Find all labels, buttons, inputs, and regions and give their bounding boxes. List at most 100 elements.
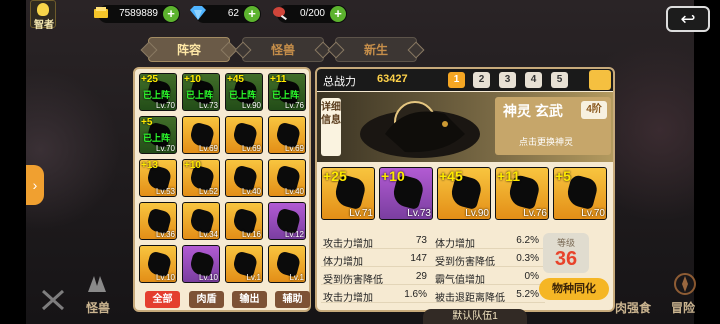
nav-monsters-label[interactable]: 怪兽 — [86, 299, 110, 316]
monster-level-label: Lv.69 — [242, 144, 261, 153]
roster-monster-slot[interactable]: Lv.69 — [225, 116, 263, 154]
monster-level-label: Lv.10 — [156, 273, 175, 282]
roster-monster-slot[interactable]: Lv.1 — [268, 245, 306, 283]
roster-monster-slot[interactable]: +10 已上阵 Lv.73 — [182, 73, 220, 111]
monster-claw-icon[interactable] — [84, 272, 110, 296]
detail-info-button[interactable]: 详细信息 — [321, 98, 341, 156]
roster-monster-slot[interactable]: Lv.16 — [225, 202, 263, 240]
deck-monster-slot[interactable]: +5 Lv.70 — [553, 167, 607, 220]
monster-level-label: Lv.16 — [242, 230, 261, 239]
star-rank-label: +10 — [381, 168, 405, 184]
level-label: 等级 — [556, 238, 575, 248]
roster-monster-slot[interactable]: Lv.34 — [182, 202, 220, 240]
default-team-label: 默认队伍1 — [423, 309, 527, 324]
roster-monster-slot[interactable]: Lv.69 — [268, 116, 306, 154]
assimilate-button[interactable]: 物种同化 — [539, 278, 609, 300]
deck-monster-slot[interactable]: +10 Lv.73 — [379, 167, 433, 220]
stat-value: 0% — [524, 271, 539, 282]
gem-value: 62 — [227, 8, 239, 19]
team-tab-2[interactable]: 2 — [473, 72, 490, 88]
monster-roster-panel: +25 已上阵 Lv.70 +10 已上阵 Lv.73 +45 已上阵 Lv.90 +11 已上阵 L… — [133, 67, 311, 312]
roster-monster-slot[interactable]: Lv.40 — [225, 159, 263, 197]
monster-level-label: Lv.73 — [199, 101, 218, 110]
star-rank-label: +45 — [227, 74, 244, 85]
roster-monster-slot[interactable]: +25 已上阵 Lv.70 — [139, 73, 177, 111]
monster-level-label: Lv.1 — [246, 273, 261, 282]
roster-monster-slot[interactable]: Lv.12 — [268, 202, 306, 240]
stat-value: 73 — [415, 235, 427, 246]
monster-level-label: Lv.69 — [285, 144, 304, 153]
divine-info[interactable]: 神灵 玄武 4阶 点击更换神灵 — [495, 97, 611, 155]
monster-level-label: Lv.40 — [285, 187, 304, 196]
roster-monster-slot[interactable]: Lv.40 — [268, 159, 306, 197]
nav-adventure-label[interactable]: 冒险 — [671, 299, 695, 316]
side-expand-button[interactable]: › — [26, 165, 44, 205]
deck-monster-slot[interactable]: +25 Lv.71 — [321, 167, 375, 220]
stat-value: 29 — [415, 271, 427, 282]
star-rank-label: +10 — [184, 160, 201, 171]
roster-monster-slot[interactable]: +45 已上阵 Lv.90 — [225, 73, 263, 111]
level-value: 36 — [554, 248, 578, 270]
compass-icon[interactable] — [672, 272, 698, 296]
deck-monster-slot[interactable]: +45 Lv.90 — [437, 167, 491, 220]
roster-monster-slot[interactable]: Lv.10 — [182, 245, 220, 283]
team-tab-3[interactable]: 3 — [499, 72, 516, 88]
stat-name: 体力增加 — [435, 239, 475, 250]
lightbulb-icon — [37, 3, 49, 16]
divine-section[interactable]: 详细信息 神灵 玄武 4阶 点击更换神灵 — [317, 92, 613, 162]
diamond-icon — [190, 6, 206, 20]
stat-row: 被击退距离降低 5.2% — [433, 287, 545, 304]
team-tab-5[interactable]: 5 — [551, 72, 568, 88]
add-gem-button[interactable]: + — [244, 6, 260, 22]
filter-tank-button[interactable]: 肉盾 — [189, 291, 224, 308]
back-button[interactable]: ↩ — [666, 6, 710, 32]
stat-value: 0.3% — [516, 253, 539, 264]
player-title: 智者 — [34, 20, 54, 31]
filter-damage-button[interactable]: 输出 — [232, 291, 267, 308]
filter-all-button[interactable]: 全部 — [145, 291, 180, 308]
roster-monster-slot[interactable]: Lv.10 — [139, 245, 177, 283]
meat-icon — [273, 7, 287, 21]
player-avatar[interactable]: 智者 — [30, 0, 56, 31]
add-gold-button[interactable]: + — [163, 6, 179, 22]
deck-monster-slot[interactable]: +11 Lv.76 — [495, 167, 549, 220]
deployed-badge: 已上阵 — [272, 90, 300, 100]
roster-monster-slot[interactable]: Lv.69 — [182, 116, 220, 154]
roster-monster-slot[interactable]: +10 Lv.52 — [182, 159, 220, 197]
filter-support-button[interactable]: 辅助 — [275, 291, 310, 308]
add-meat-button[interactable]: + — [330, 6, 346, 22]
monster-level-label: Lv.53 — [156, 187, 175, 196]
deployed-badge: 已上阵 — [143, 90, 171, 100]
team-tab-1[interactable]: 1 — [448, 72, 465, 88]
tab-newborn[interactable]: 新生 — [335, 37, 417, 62]
tab-lineup[interactable]: 阵容 — [148, 37, 230, 62]
roster-monster-slot[interactable]: +11 已上阵 Lv.76 — [268, 73, 306, 111]
nav-predation-label[interactable]: 肉强食 — [615, 299, 651, 316]
stat-row: 受到伤害降低 29 — [321, 269, 433, 286]
deployed-badge: 已上阵 — [143, 133, 171, 143]
star-rank-label: +5 — [555, 168, 571, 184]
monster-level-label: Lv.36 — [156, 230, 175, 239]
stat-row: 霸气值增加 0% — [433, 269, 545, 286]
deployed-deck: +25 Lv.71 +10 Lv.73 +45 Lv.90 +11 Lv.76 +5 Lv.70 — [321, 167, 611, 221]
roster-monster-slot[interactable]: +5 已上阵 Lv.70 — [139, 116, 177, 154]
crossed-swords-icon[interactable] — [40, 288, 66, 312]
stat-name: 体力增加 — [323, 257, 363, 268]
monster-level-label: Lv.70 — [156, 144, 175, 153]
monster-level-label: Lv.34 — [199, 230, 218, 239]
stat-row: 攻击力增加 1.6% — [321, 287, 433, 304]
star-rank-label: +25 — [323, 168, 347, 184]
monster-level-label: Lv.76 — [523, 208, 547, 219]
stat-row: 受到伤害降低 0.3% — [433, 251, 545, 268]
roster-monster-slot[interactable]: Lv.1 — [225, 245, 263, 283]
monster-level-label: Lv.40 — [242, 187, 261, 196]
star-rank-label: +45 — [439, 168, 463, 184]
roster-monster-slot[interactable]: Lv.36 — [139, 202, 177, 240]
swap-team-icon[interactable] — [589, 70, 611, 90]
team-tab-4[interactable]: 4 — [525, 72, 542, 88]
stat-value: 147 — [410, 253, 427, 264]
stat-name: 攻击力增加 — [323, 239, 373, 250]
monster-level-label: Lv.69 — [199, 144, 218, 153]
roster-monster-slot[interactable]: +13 Lv.53 — [139, 159, 177, 197]
tab-monsters[interactable]: 怪兽 — [242, 37, 324, 62]
